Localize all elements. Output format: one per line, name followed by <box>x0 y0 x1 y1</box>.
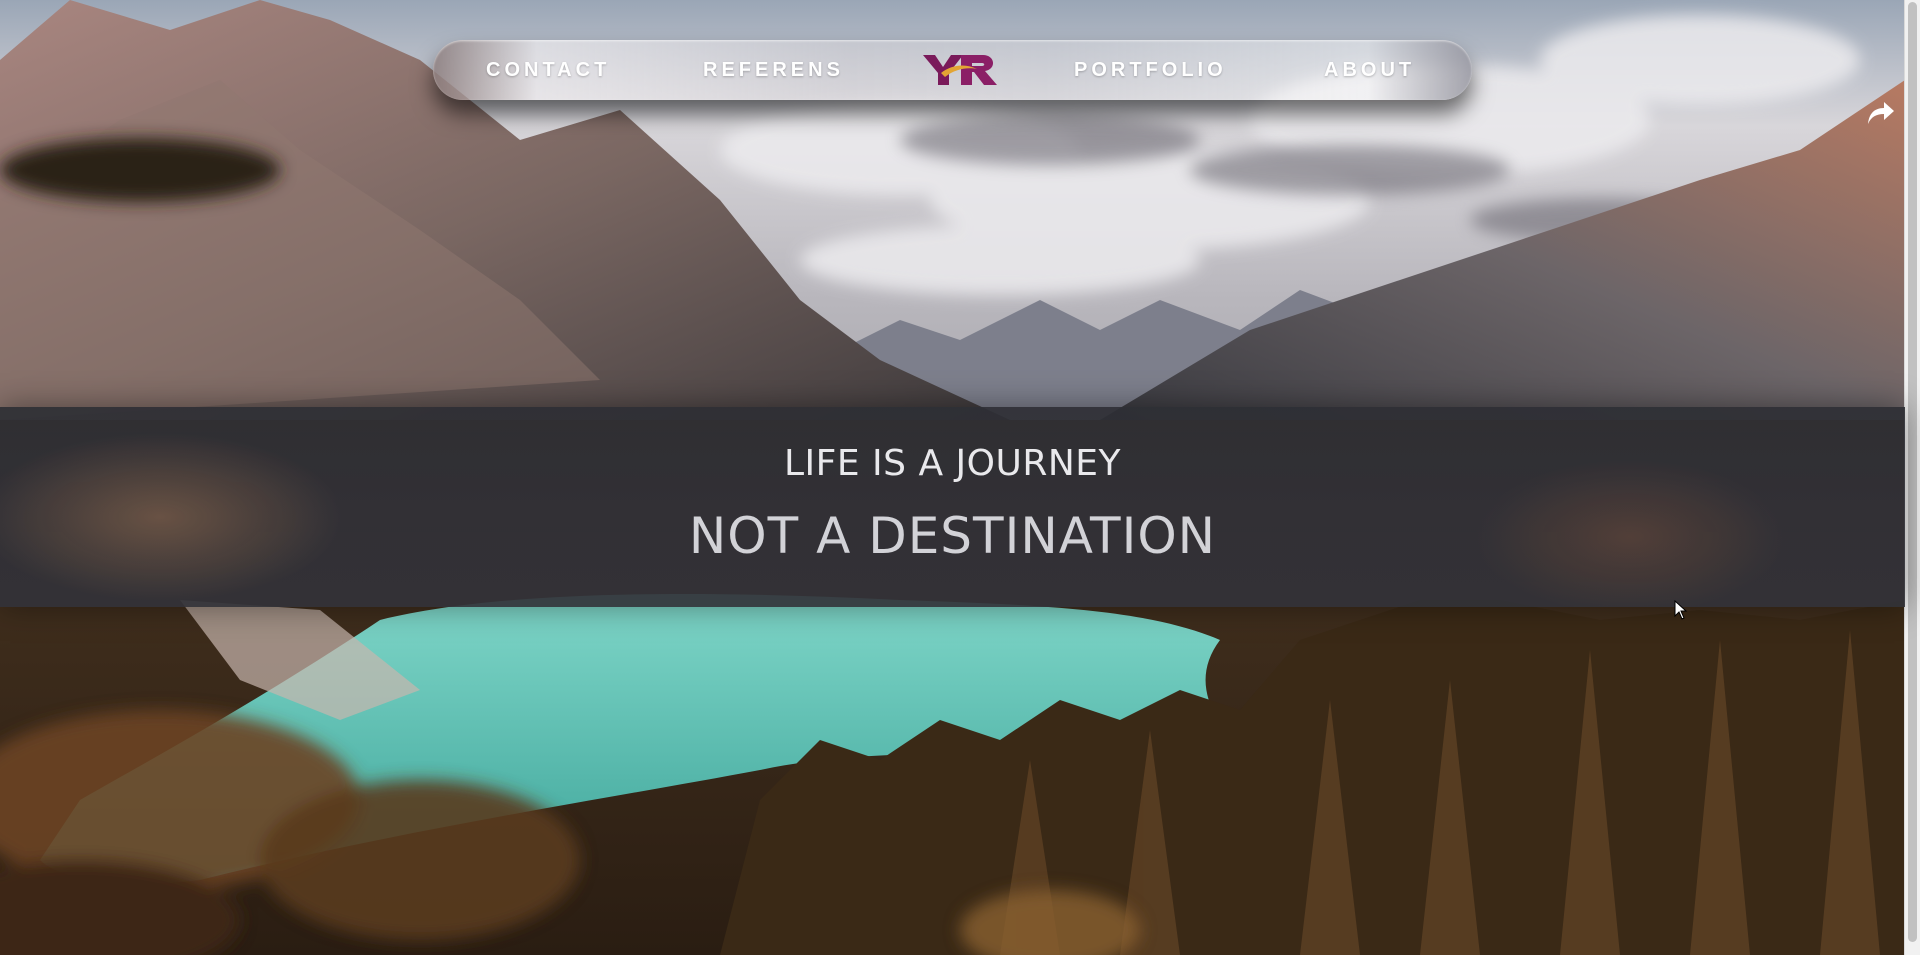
main-navigation: CONTACT REFERENS PORTFOLIO ABOUT <box>433 40 1472 100</box>
tagline-band: LIFE IS A JOURNEY NOT A DESTINATION <box>0 407 1905 607</box>
share-arrow-icon[interactable] <box>1866 100 1896 126</box>
scrollbar-thumb[interactable] <box>1908 2 1917 942</box>
tagline-line-1: LIFE IS A JOURNEY <box>783 443 1122 484</box>
vertical-scrollbar[interactable] <box>1904 0 1920 955</box>
nav-link-portfolio[interactable]: PORTFOLIO <box>1074 40 1227 100</box>
yr-logo[interactable] <box>921 51 1001 89</box>
mouse-pointer-icon <box>1674 599 1688 620</box>
nav-link-contact[interactable]: CONTACT <box>486 40 610 100</box>
yr-logo-icon <box>923 55 997 85</box>
page: CONTACT REFERENS PORTFOLIO ABOUT LIFE IS… <box>0 0 1920 955</box>
tagline-line-2: NOT A DESTINATION <box>688 507 1217 565</box>
nav-link-referens[interactable]: REFERENS <box>703 40 844 100</box>
nav-link-about[interactable]: ABOUT <box>1324 40 1415 100</box>
